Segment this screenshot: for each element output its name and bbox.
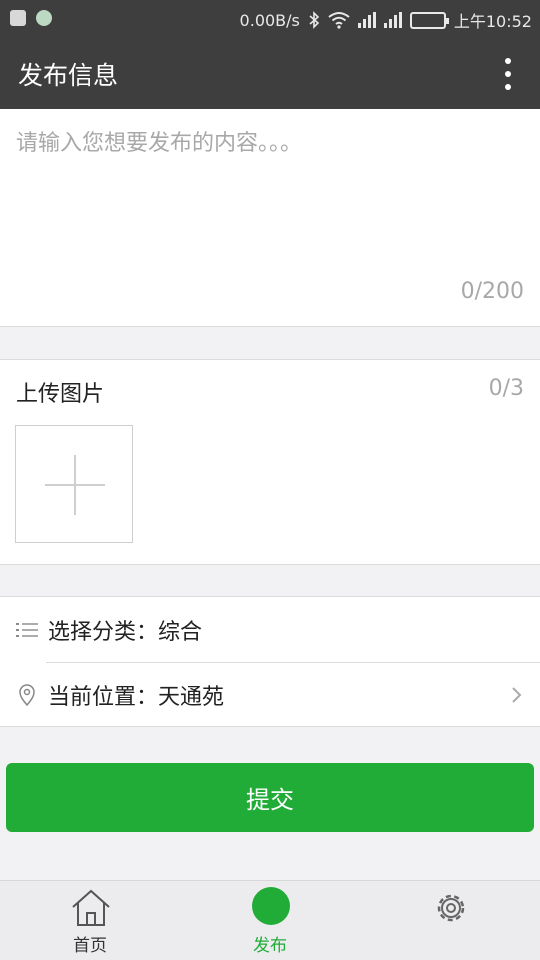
location-label: 当前位置：天通苑 — [48, 685, 225, 710]
overflow-menu-icon[interactable] — [504, 58, 512, 90]
upload-label: 上传图片 — [16, 382, 105, 407]
app-icon — [36, 10, 52, 26]
page-title: 发布信息 — [18, 61, 119, 90]
content-input[interactable] — [16, 125, 524, 275]
tab-home-label: 首页 — [73, 936, 107, 956]
wifi-icon — [328, 12, 350, 29]
clock: 上午10:52 — [453, 12, 532, 31]
upload-section: 上传图片 0/3 — [0, 359, 540, 565]
category-row[interactable]: 选择分类：综合 — [0, 597, 540, 662]
location-pin-icon — [19, 684, 35, 706]
bottom-tab-bar: 首页 发布 — [0, 880, 540, 960]
status-bar: 0.00B/s 上午10:52 — [0, 0, 540, 36]
gear-icon — [437, 894, 465, 922]
chevron-right-icon — [512, 687, 522, 703]
net-speed: 0.00B/s — [239, 10, 300, 30]
char-counter: 0/200 — [460, 279, 524, 304]
category-label: 选择分类：综合 — [48, 620, 203, 645]
tab-publish-label: 发布 — [253, 936, 287, 956]
location-row[interactable]: 当前位置：天通苑 — [0, 662, 540, 727]
notification-icon — [10, 10, 26, 26]
signal-icon-2 — [383, 12, 402, 28]
signal-icon — [357, 12, 376, 28]
app-bar: 发布信息 — [0, 36, 540, 109]
submit-button[interactable]: 提交 — [6, 763, 534, 832]
tab-home[interactable]: 首页 — [30, 881, 150, 960]
upload-count: 0/3 — [488, 376, 524, 401]
tab-publish[interactable]: 发布 — [210, 881, 330, 960]
tab-settings[interactable] — [390, 881, 510, 960]
bluetooth-icon — [309, 11, 320, 29]
options-section: 选择分类：综合 当前位置：天通苑 — [0, 596, 540, 727]
battery-icon — [409, 11, 449, 29]
content-section: 0/200 — [0, 109, 540, 327]
add-image-button[interactable] — [15, 425, 133, 543]
list-icon — [16, 623, 38, 637]
home-icon — [72, 889, 110, 926]
publish-icon — [252, 887, 290, 925]
